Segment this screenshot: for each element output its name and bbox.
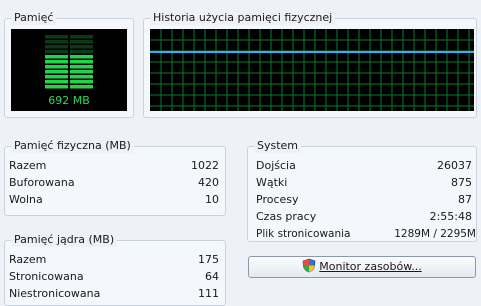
system-row-label: Procesy [256, 193, 299, 206]
system-row-value: 87 [458, 193, 472, 206]
memory-gauge-bars [45, 35, 93, 89]
system-row-label: Dojścia [256, 159, 296, 172]
kernel-memory-title: Pamięć jądra (MB) [11, 233, 118, 247]
kernel-row-label: Niestronicowana [9, 287, 101, 300]
kernel-row-value: 111 [198, 287, 219, 300]
gauge-segment-gap [68, 40, 70, 44]
history-title: Historia użycia pamięci fizycznej [150, 11, 336, 25]
memory-gauge-value: 692 MB [48, 94, 90, 107]
gauge-segment-gap [68, 60, 70, 64]
kernel-row-value: 175 [198, 253, 219, 266]
memory-gauge-title: Pamięć [11, 11, 57, 25]
system-row-value: 2:55:48 [429, 210, 472, 223]
shield-icon [302, 258, 316, 273]
physical-memory-group: Pamięć fizyczna (MB) Razem 1022 Buforowa… [4, 139, 226, 216]
physical-row-label: Razem [9, 159, 47, 172]
resource-monitor-button[interactable]: Monitor zasobów... [248, 256, 476, 278]
physical-memory-title: Pamięć fizyczna (MB) [11, 139, 134, 153]
gauge-segment-gap [68, 35, 70, 39]
physical-row-value: 10 [205, 193, 219, 206]
gauge-segment-gap [68, 65, 70, 69]
system-row-value: 26037 [437, 159, 472, 172]
physical-row-value: 1022 [191, 159, 219, 172]
resource-monitor-label: Monitor zasobów... [319, 260, 422, 273]
history-group: Historia użycia pamięci fizycznej [143, 11, 477, 118]
system-row-label: Wątki [256, 176, 288, 189]
gauge-segment-gap [68, 45, 70, 49]
kernel-row-label: Stronicowana [9, 270, 84, 283]
gauge-segment-gap [68, 55, 70, 59]
system-row-label: Plik stronicowania [256, 228, 351, 240]
memory-gauge-group: Pamięć 692 MB [4, 11, 134, 118]
history-graph [150, 29, 474, 111]
gauge-segment-gap [68, 70, 70, 74]
gauge-segment-gap [68, 50, 70, 54]
gauge-segment-gap [68, 80, 70, 84]
system-row-value: 875 [451, 176, 472, 189]
kernel-row-value: 64 [205, 270, 219, 283]
system-row-label: Czas pracy [256, 210, 317, 223]
physical-row-label: Wolna [9, 193, 43, 206]
system-row-value: 1289M / 2295M [394, 228, 476, 240]
gauge-segment-gap [68, 85, 70, 89]
physical-row-value: 420 [198, 176, 219, 189]
memory-gauge-panel: 692 MB [11, 29, 127, 111]
kernel-memory-group: Pamięć jądra (MB) Razem 175 Stronicowana… [4, 233, 226, 306]
system-title: System [254, 139, 302, 153]
kernel-row-label: Razem [9, 253, 47, 266]
physical-row-label: Buforowana [9, 176, 75, 189]
history-graph-panel [150, 29, 474, 111]
gauge-segment-gap [68, 75, 70, 79]
system-group: System Dojścia 26037 Wątki 875 Procesy 8… [247, 139, 477, 242]
